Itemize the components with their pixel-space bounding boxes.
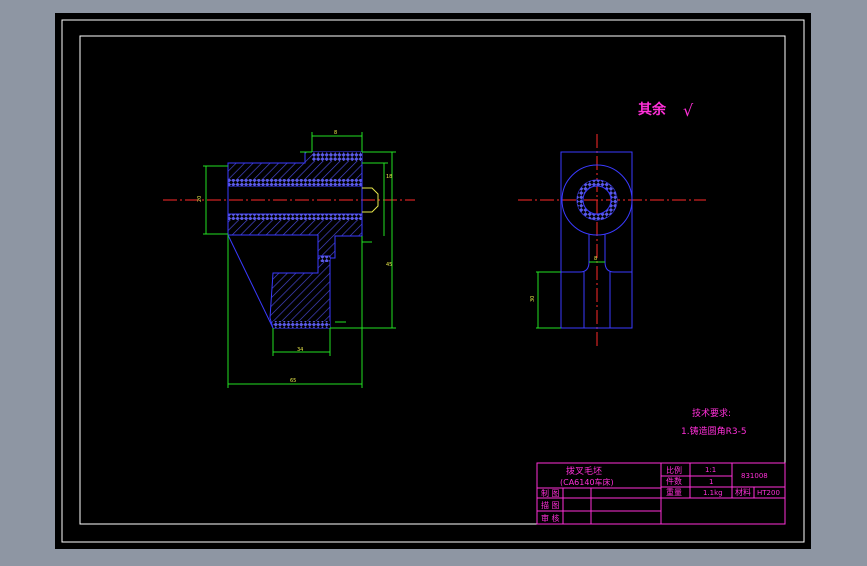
material-label: 材料 [735,487,751,497]
qty-label: 件数 [666,476,682,486]
roughness-symbol: √ [683,101,694,120]
checked-by-label: 审 核 [541,513,560,523]
dim-left-height: 20 [197,196,203,202]
dim-base-width: 34 [297,347,303,353]
weight-label: 重量 [666,487,682,497]
drawing-number: 831008 [741,472,768,480]
roughness-label: 其余 [638,101,667,118]
dim-side-height: 30 [530,296,536,302]
tech-req-item-1: 1.铸造圆角R3-5 [681,425,747,437]
machined-top-face [312,152,362,161]
drawing-canvas: 其余 √ 8 20 18 45 34 65 30 8 技术要求: 1.铸造圆角R… [55,13,811,549]
qty-value: 1 [709,478,713,486]
dim-overall-height: 45 [386,262,392,268]
weight-value: 1.1kg [703,489,723,497]
dim-overall-width: 65 [290,378,296,384]
dim-right-small: 18 [386,174,392,180]
upper-bore-surface [228,179,362,186]
drawn-by-label: 制 图 [541,488,560,498]
scale-label: 比例 [666,465,682,475]
dim-side-top: 8 [594,256,597,262]
scale-value: 1:1 [705,466,716,474]
material-value: HT200 [757,489,780,497]
described-by-label: 描 图 [541,500,560,510]
lower-bore-surface [228,214,362,220]
drawing-sheet [55,13,811,549]
tech-req-title: 技术要求: [692,407,731,419]
part-machine: (CA6140车床) [560,477,614,487]
fork-foot-face [273,321,330,328]
fork-step-face [320,256,330,262]
dim-top-width: 8 [334,130,337,136]
part-name: 拨叉毛坯 [566,465,602,477]
cad-viewport[interactable]: 其余 √ 8 20 18 45 34 65 30 8 技术要求: 1.铸造圆角R… [0,0,867,562]
